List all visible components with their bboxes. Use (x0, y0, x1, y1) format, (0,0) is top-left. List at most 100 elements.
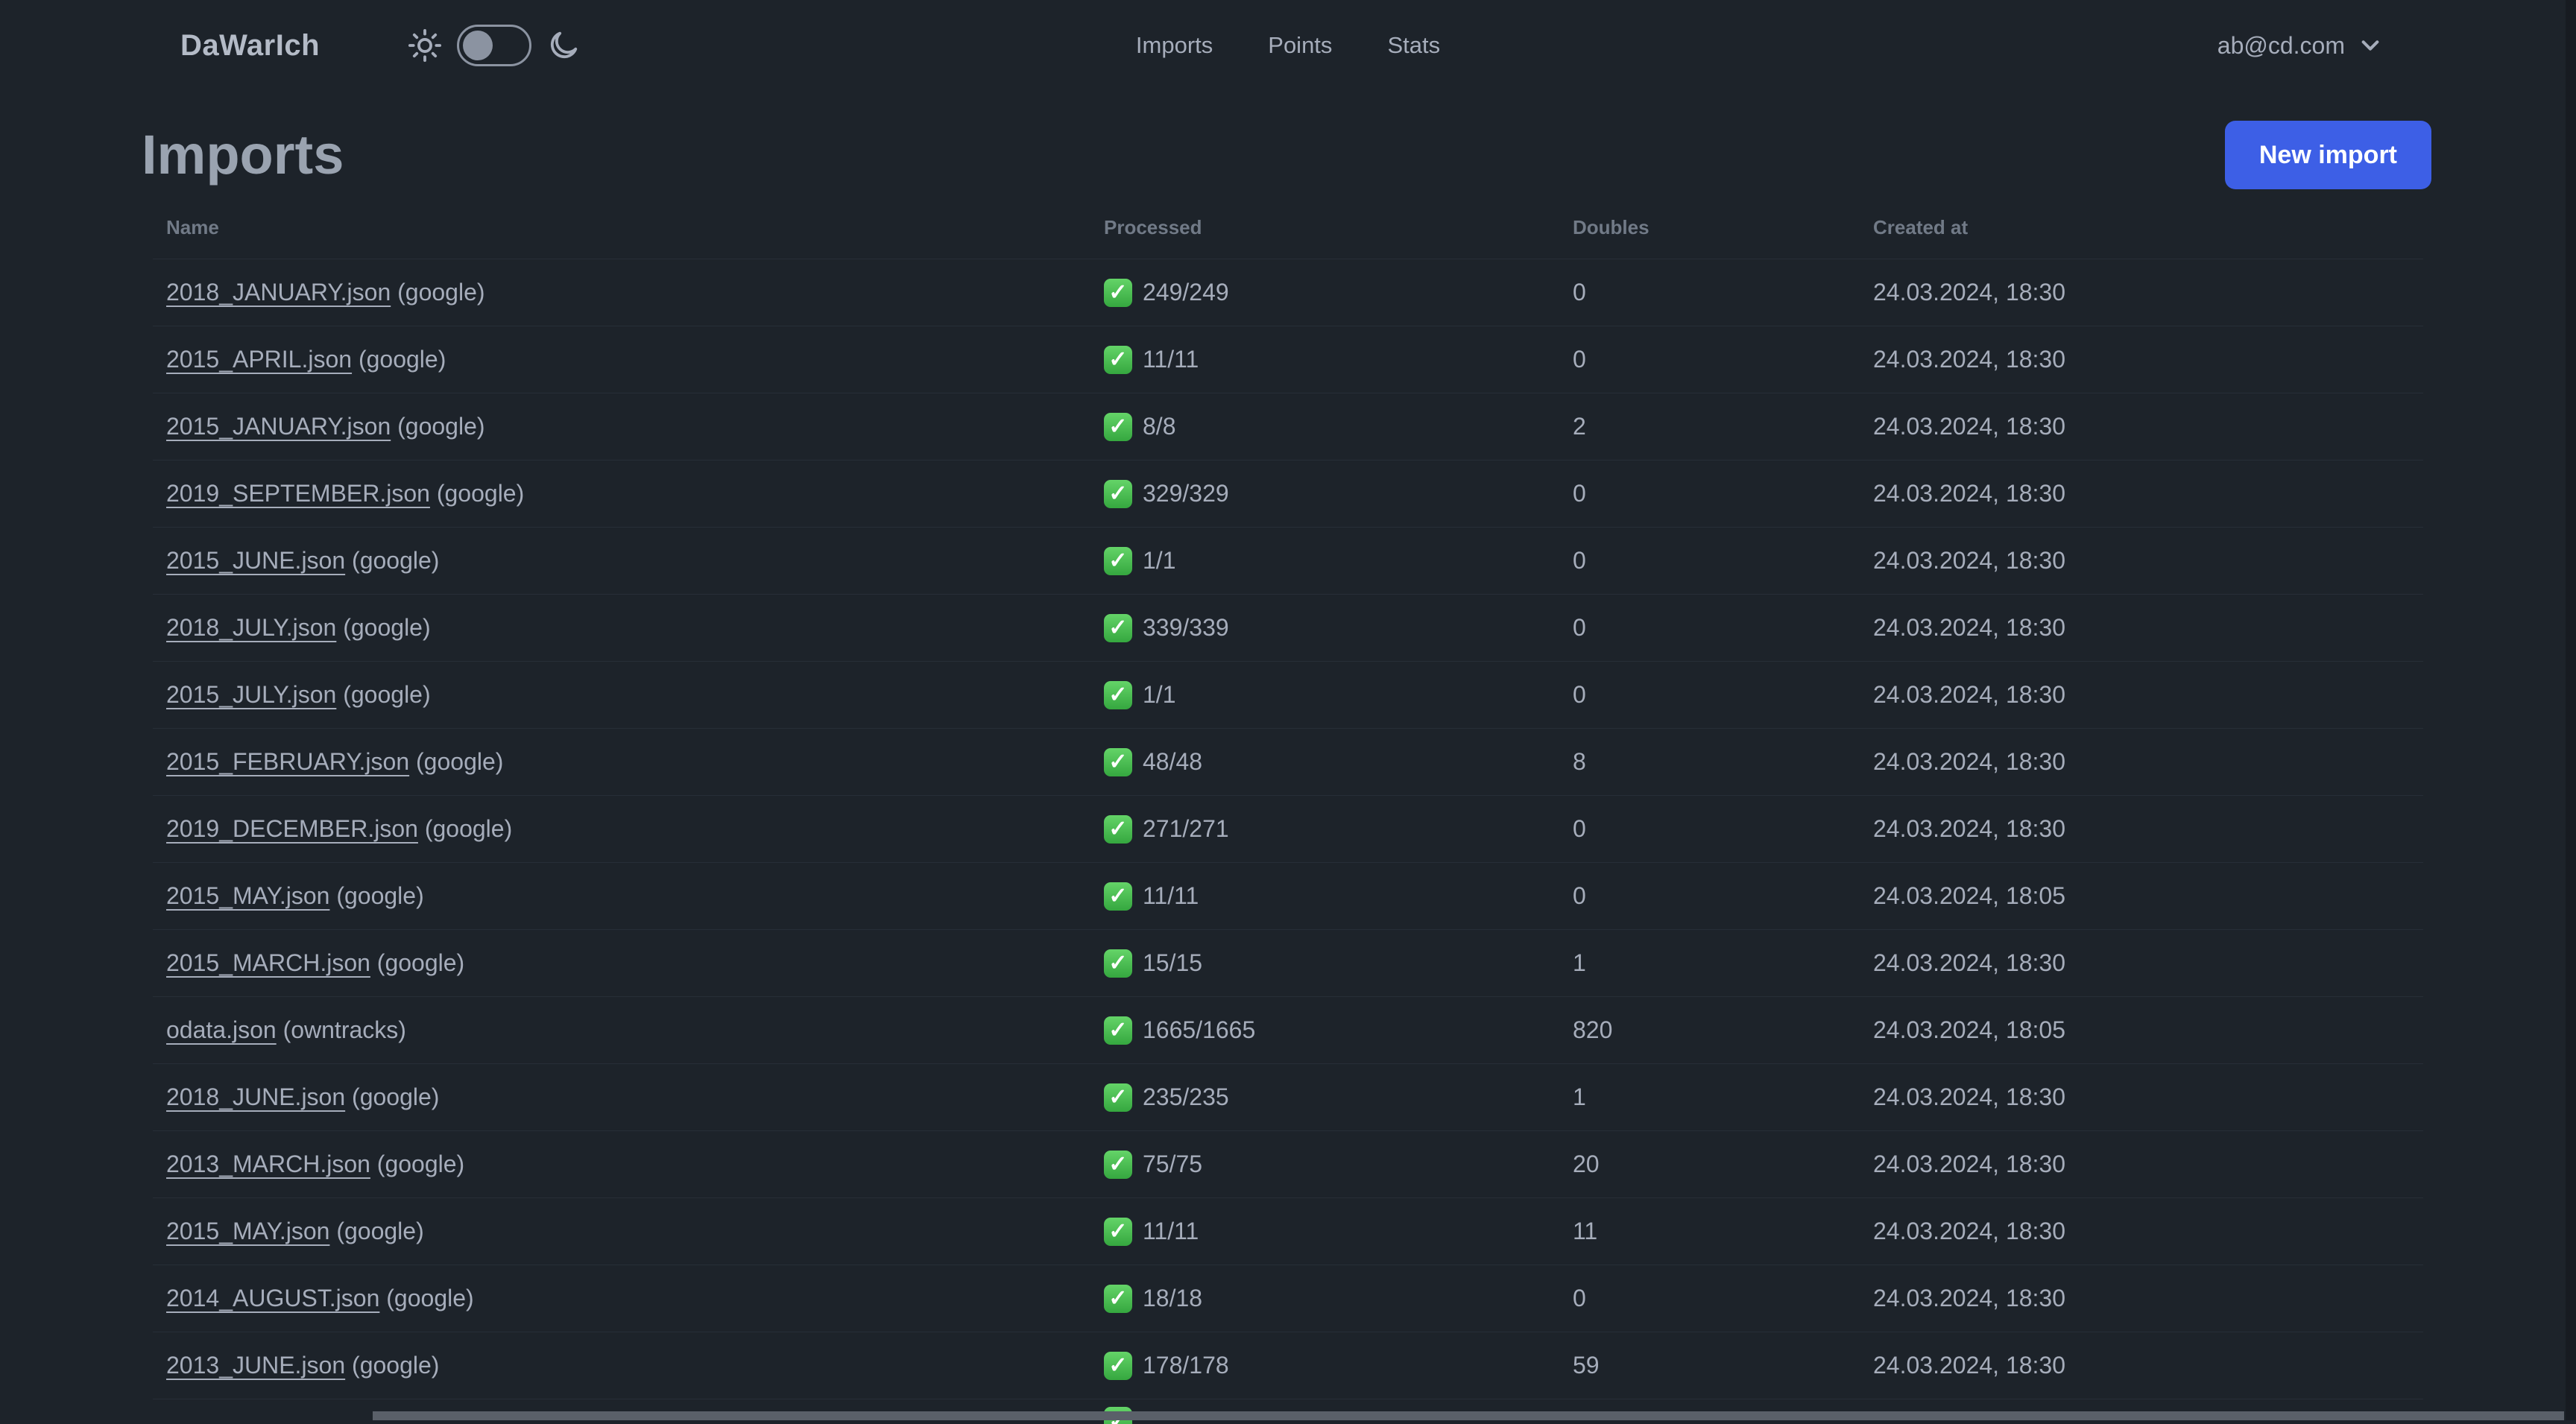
table-row: 2015_JULY.json (google) ✓ 1/1 0 24.03.20… (153, 661, 2423, 728)
import-file-link[interactable]: 2013_JUNE.json (166, 1352, 345, 1379)
created-at: 24.03.2024, 18:30 (1873, 1151, 2066, 1177)
import-file-link[interactable]: 2015_FEBRUARY.json (166, 748, 409, 775)
import-file-link[interactable]: 2015_JUNE.json (166, 547, 345, 574)
page-title: Imports (142, 124, 344, 186)
success-check-icon: ✓ (1104, 1217, 1132, 1246)
success-check-icon: ✓ (1104, 882, 1132, 911)
success-check-icon: ✓ (1104, 1016, 1132, 1045)
doubles-count: 0 (1573, 480, 1586, 507)
vertical-scrollbar[interactable] (2566, 0, 2576, 1420)
import-file-link[interactable]: 2015_MARCH.json (166, 949, 370, 976)
processed-count: 11/11 (1143, 346, 1199, 373)
import-file-link[interactable]: 2015_MAY.json (166, 1218, 329, 1244)
processed-count: 8/8 (1143, 413, 1176, 440)
table-row: 2018_JUNE.json (google) ✓ 235/235 1 24.0… (153, 1063, 2423, 1130)
import-source-label: (google) (352, 547, 440, 574)
success-check-icon: ✓ (1104, 680, 1132, 709)
processed-count: 178/178 (1143, 1352, 1229, 1379)
success-check-icon: ✓ (1104, 278, 1132, 307)
nav-link-points[interactable]: Points (1268, 32, 1332, 59)
chevron-down-icon (2358, 34, 2382, 57)
processed-count: 15/15 (1143, 949, 1203, 976)
processed-count: 11/11 (1143, 1218, 1199, 1244)
table-row: 2018_JULY.json (google) ✓ 339/339 0 24.0… (153, 594, 2423, 661)
success-check-icon: ✓ (1104, 814, 1132, 844)
table-row: 2015_MARCH.json (google) ✓ 15/15 1 24.03… (153, 929, 2423, 996)
doubles-count: 8 (1573, 748, 1586, 775)
nav-link-imports[interactable]: Imports (1136, 32, 1213, 59)
theme-toggle[interactable] (457, 25, 532, 66)
import-file-link[interactable]: 2018_JUNE.json (166, 1083, 345, 1110)
processed-count: 235/235 (1143, 1083, 1229, 1110)
import-file-link[interactable]: 2015_MAY.json (166, 882, 329, 909)
import-file-link[interactable]: 2014_AUGUST.json (166, 1285, 379, 1311)
import-file-link[interactable]: 2015_JANUARY.json (166, 413, 391, 440)
page-header: Imports New import (142, 121, 2431, 189)
import-source-label: (google) (336, 1218, 424, 1244)
table-row: 2018_JANUARY.json (google) ✓ 249/249 0 2… (153, 259, 2423, 326)
created-at: 24.03.2024, 18:30 (1873, 1218, 2066, 1244)
processed-count: 11/11 (1143, 882, 1199, 909)
doubles-count: 0 (1573, 815, 1586, 842)
import-file-link[interactable]: 2015_JULY.json (166, 681, 336, 708)
column-header-processed: Processed (1104, 216, 1202, 238)
doubles-count: 20 (1573, 1151, 1600, 1177)
horizontal-scrollbar[interactable] (373, 1411, 2564, 1420)
import-source-label: (google) (416, 748, 504, 775)
import-source-label: (google) (397, 279, 485, 306)
success-check-icon: ✓ (1104, 613, 1132, 642)
import-file-link[interactable]: 2019_DECEMBER.json (166, 815, 418, 842)
processed-count: 75/75 (1143, 1151, 1203, 1177)
table-row: 2015_FEBRUARY.json (google) ✓ 48/48 8 24… (153, 728, 2423, 795)
processed-count: 1/1 (1143, 681, 1176, 708)
import-source-label: (google) (397, 413, 485, 440)
import-file-link[interactable]: 2018_JANUARY.json (166, 279, 391, 306)
created-at: 24.03.2024, 18:30 (1873, 1352, 2066, 1379)
created-at: 24.03.2024, 18:30 (1873, 681, 2066, 708)
import-file-link[interactable]: 2019_SEPTEMBER.json (166, 480, 430, 507)
import-file-link[interactable]: 2015_APRIL.json (166, 346, 352, 373)
created-at: 24.03.2024, 18:30 (1873, 1285, 2066, 1311)
main-nav: Imports Points Stats (1136, 0, 1440, 91)
success-check-icon: ✓ (1104, 747, 1132, 776)
table-row: 2015_MAY.json (google) ✓ 11/11 0 24.03.2… (153, 862, 2423, 929)
doubles-count: 0 (1573, 681, 1586, 708)
import-source-label: (google) (376, 1151, 465, 1177)
processed-count: 339/339 (1143, 614, 1229, 641)
new-import-button[interactable]: New import (2224, 121, 2431, 189)
import-source-label: (google) (376, 949, 465, 976)
table-header: Name Processed Doubles Created at (153, 189, 2423, 259)
table-row: 2015_JANUARY.json (google) ✓ 8/8 2 24.03… (153, 393, 2423, 460)
created-at: 24.03.2024, 18:30 (1873, 815, 2066, 842)
import-source-label: (google) (352, 1352, 440, 1379)
theme-switcher (408, 25, 581, 66)
import-source-label: (google) (358, 346, 446, 373)
created-at: 24.03.2024, 18:05 (1873, 1016, 2066, 1043)
created-at: 24.03.2024, 18:30 (1873, 1083, 2066, 1110)
processed-count: 271/271 (1143, 815, 1229, 842)
table-row: 2014_AUGUST.json (google) ✓ 18/18 0 24.0… (153, 1265, 2423, 1332)
success-check-icon: ✓ (1104, 1083, 1132, 1112)
doubles-count: 59 (1573, 1352, 1600, 1379)
success-check-icon: ✓ (1104, 1284, 1132, 1313)
import-file-link[interactable]: 2018_JULY.json (166, 614, 336, 641)
doubles-count: 2 (1573, 413, 1586, 440)
created-at: 24.03.2024, 18:30 (1873, 279, 2066, 306)
created-at: 24.03.2024, 18:30 (1873, 547, 2066, 574)
user-menu[interactable]: ab@cd.com (2217, 32, 2382, 60)
created-at: 24.03.2024, 18:30 (1873, 346, 2066, 373)
table-row: 2013_MARCH.json (google) ✓ 75/75 20 24.0… (153, 1130, 2423, 1197)
theme-toggle-knob (463, 31, 493, 60)
doubles-count: 0 (1573, 614, 1586, 641)
created-at: 24.03.2024, 18:05 (1873, 882, 2066, 909)
import-file-link[interactable]: 2013_MARCH.json (166, 1151, 370, 1177)
import-source-label: (google) (352, 1083, 440, 1110)
import-file-link[interactable]: odata.json (166, 1016, 277, 1043)
table-row: 2013_JUNE.json (google) ✓ 178/178 59 24.… (153, 1332, 2423, 1399)
navbar: DaWarIch Imports Points Stats ab@cd.com (0, 0, 2576, 91)
success-check-icon: ✓ (1104, 345, 1132, 374)
success-check-icon: ✓ (1104, 546, 1132, 575)
app-logo[interactable]: DaWarIch (180, 29, 320, 63)
created-at: 24.03.2024, 18:30 (1873, 480, 2066, 507)
nav-link-stats[interactable]: Stats (1387, 32, 1440, 59)
